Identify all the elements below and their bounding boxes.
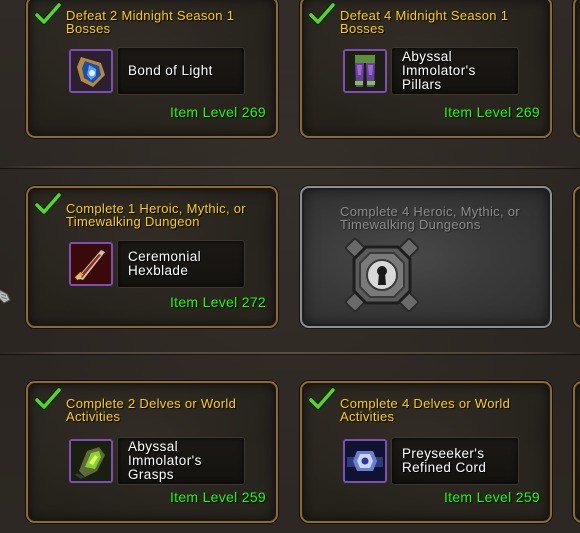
item-name-box[interactable]: Abyssal Immolator's Grasps	[117, 437, 245, 485]
item-level: Item Level 269	[169, 104, 266, 120]
reward-card-partial[interactable]	[573, 381, 580, 523]
item-level: Item Level 269	[443, 104, 540, 120]
checkmark-icon	[309, 2, 335, 25]
item-name: Ceremonial Hexblade	[128, 249, 202, 278]
objective-title: Complete 4 Heroic, Mythic, or Timewalkin…	[340, 204, 520, 232]
checkmark-icon	[35, 192, 61, 215]
item-name-box[interactable]: Ceremonial Hexblade	[117, 240, 245, 288]
item-name-box[interactable]: Abyssal Immolator's Pillars	[391, 47, 519, 95]
reward-card[interactable]: Complete 2 Delves or World Activities Ab…	[26, 381, 278, 523]
objective-title: Defeat 2 Midnight Season 1 Bosses	[66, 8, 235, 36]
item-name: Abyssal Immolator's Grasps	[128, 439, 202, 482]
item-name: Abyssal Immolator's Pillars	[402, 49, 476, 92]
item-name: Preyseeker's Refined Cord	[402, 446, 487, 475]
reward-card-locked[interactable]: Complete 4 Heroic, Mythic, or Timewalkin…	[300, 186, 552, 328]
checkmark-icon	[309, 387, 335, 410]
objective-title: Complete 1 Heroic, Mythic, or Timewalkin…	[66, 201, 246, 229]
reward-card[interactable]: Defeat 2 Midnight Season 1 Bosses Bond o…	[26, 0, 278, 138]
reward-card-partial[interactable]	[573, 186, 580, 328]
objective-title: Defeat 4 Midnight Season 1 Bosses	[340, 8, 509, 36]
item-level: Item Level 259	[169, 489, 266, 505]
row-divider	[0, 352, 580, 354]
item-level: Item Level 259	[443, 489, 540, 505]
lock-icon	[344, 237, 420, 313]
leggings-icon[interactable]	[343, 49, 387, 93]
item-level: Item Level 272	[169, 294, 266, 310]
reward-card-partial[interactable]	[573, 0, 580, 138]
objective-title: Complete 2 Delves or World Activities	[66, 396, 237, 424]
helmet-icon[interactable]	[69, 49, 113, 93]
gauntlet-icon[interactable]	[69, 439, 113, 483]
row-divider	[0, 166, 580, 168]
dagger-icon[interactable]	[69, 242, 113, 286]
belt-icon[interactable]	[343, 439, 387, 483]
reward-card[interactable]: Complete 4 Delves or World Activities Pr…	[300, 381, 552, 523]
item-name-box[interactable]: Bond of Light	[117, 47, 245, 95]
objective-title: Complete 4 Delves or World Activities	[340, 396, 511, 424]
reward-card[interactable]: Complete 1 Heroic, Mythic, or Timewalkin…	[26, 186, 278, 328]
checkmark-icon	[35, 2, 61, 25]
reward-card[interactable]: Defeat 4 Midnight Season 1 Bosses Abyssa…	[300, 0, 552, 138]
gear-icon	[0, 289, 11, 304]
checkmark-icon	[35, 387, 61, 410]
item-name-box[interactable]: Preyseeker's Refined Cord	[391, 437, 519, 485]
item-name: Bond of Light	[128, 63, 213, 78]
